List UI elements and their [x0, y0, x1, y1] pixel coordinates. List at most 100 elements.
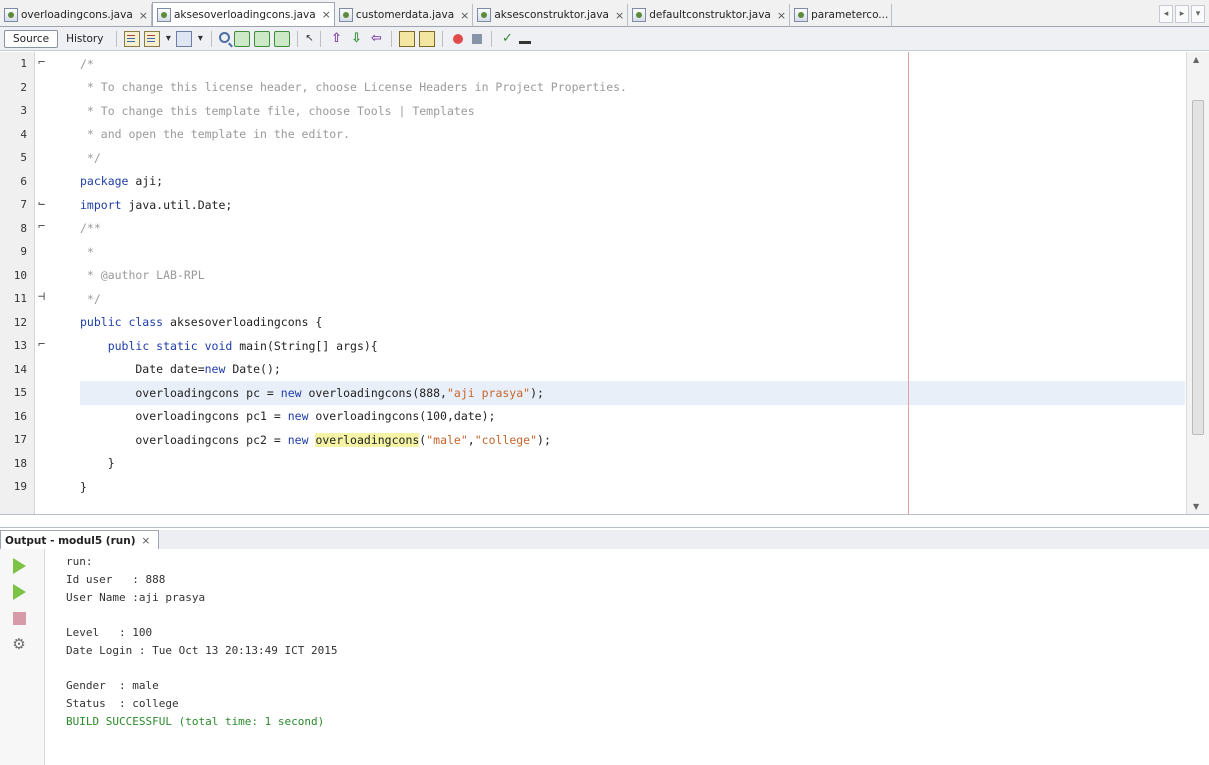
- scrollbar-thumb[interactable]: [1192, 100, 1204, 435]
- stop-macro-icon[interactable]: [472, 33, 483, 44]
- right-margin-line: [908, 52, 909, 514]
- code-line[interactable]: */: [80, 287, 1185, 311]
- file-tab[interactable]: customerdata.java ×: [335, 4, 474, 26]
- diff-icon[interactable]: ✓: [499, 31, 515, 47]
- toggle-bookmark-icon[interactable]: ↖: [305, 31, 313, 47]
- code-line[interactable]: public class aksesoverloadingcons {: [80, 311, 1185, 335]
- code-line[interactable]: Date date= new Date();: [80, 358, 1185, 382]
- code-line[interactable]: overloadingcons pc1 = new overloadingcon…: [80, 405, 1185, 429]
- code-editor[interactable]: 1 2 3 4 5 6 7 8 9 10 11 12 13 14 15 16 17 18 19 ⌐ ⌙ ⌐ ⊣ ⌐ …: [0, 52, 1209, 515]
- code-token: */: [80, 150, 101, 165]
- line-number: 2: [20, 80, 27, 94]
- output-line: Date Login : Tue Oct 13 20:13:49 ICT 201…: [66, 643, 338, 657]
- tab-list-icon[interactable]: ▾: [1191, 5, 1205, 23]
- java-file-icon: [4, 8, 18, 22]
- find-icon[interactable]: [219, 31, 231, 43]
- code-line[interactable]: overloadingcons pc2 = new overloadingcon…: [80, 428, 1185, 452]
- code-line[interactable]: */: [80, 146, 1185, 170]
- code-line[interactable]: * and open the template in the editor.: [80, 123, 1185, 147]
- code-line[interactable]: *: [80, 240, 1185, 264]
- file-tab[interactable]: overloadingcons.java ×: [0, 4, 152, 26]
- code-token: aksesoverloadingcons {: [163, 315, 323, 330]
- code-token: ,: [467, 432, 475, 447]
- record-macro-icon[interactable]: [453, 33, 464, 44]
- code-line[interactable]: package aji;: [80, 170, 1185, 194]
- output-line: BUILD SUCCESSFUL (total time: 1 second): [66, 714, 325, 728]
- fold-collapse-icon[interactable]: ⌐: [38, 55, 45, 69]
- uncomment-icon[interactable]: [419, 30, 436, 47]
- scroll-tabs-right-icon[interactable]: ▸: [1175, 5, 1189, 23]
- code-token: new: [287, 432, 309, 447]
- output-tab[interactable]: Output - modul5 (run) ×: [0, 530, 160, 550]
- prev-bookmark-icon[interactable]: ⇧: [328, 31, 344, 47]
- source-view-button[interactable]: Source: [4, 29, 59, 48]
- scroll-up-icon[interactable]: ▲: [1193, 55, 1199, 64]
- code-token: Date date=: [80, 362, 205, 377]
- code-token: main(String[] args){: [232, 338, 378, 353]
- output-line: run:: [66, 555, 93, 569]
- line-number: 1: [20, 57, 27, 71]
- code-token: new: [280, 385, 302, 400]
- fold-collapse-icon[interactable]: ⌐: [38, 337, 45, 351]
- output-line: Level : 100: [66, 626, 153, 640]
- code-line[interactable]: import java.util.Date;: [80, 193, 1185, 217]
- code-line[interactable]: * @author LAB-RPL: [80, 264, 1185, 288]
- code-area[interactable]: /* * To change this license header, choo…: [80, 52, 1185, 514]
- macro-icon[interactable]: [519, 34, 532, 44]
- code-token: "college": [474, 432, 538, 447]
- file-tab[interactable]: defaultconstruktor.java ×: [628, 4, 791, 26]
- code-line[interactable]: * To change this license header, choose …: [80, 76, 1185, 100]
- line-number: 6: [20, 174, 27, 188]
- rerun-icon[interactable]: [10, 557, 28, 575]
- code-line[interactable]: /*: [80, 52, 1185, 76]
- toggle-highlight-icon[interactable]: [274, 30, 291, 47]
- code-token: (: [419, 432, 427, 447]
- close-icon[interactable]: ×: [142, 535, 151, 547]
- settings-icon[interactable]: ⚙: [10, 635, 28, 653]
- close-icon[interactable]: ×: [777, 9, 786, 22]
- output-tab-label: Output - modul5 (run): [5, 534, 136, 547]
- editor-tab-bar: overloadingcons.java × aksesoverloadingcon…: [0, 0, 1209, 27]
- forward-dropdown-icon[interactable]: ▾: [196, 31, 204, 47]
- file-tab[interactable]: aksesconstruktor.java ×: [473, 4, 629, 26]
- shift-left-icon[interactable]: ⇦: [368, 31, 384, 47]
- history-view-button[interactable]: History: [58, 30, 111, 48]
- java-file-icon: [477, 8, 492, 22]
- stop-icon[interactable]: [10, 609, 28, 627]
- code-line[interactable]: overloadingcons pc = new overloadingcons…: [80, 381, 1185, 405]
- close-icon[interactable]: ×: [460, 9, 469, 22]
- file-tab[interactable]: aksesoverloadingcons.java ×: [151, 2, 335, 26]
- code-token: new: [287, 409, 309, 424]
- close-icon[interactable]: ×: [139, 9, 148, 22]
- close-icon[interactable]: ×: [322, 8, 331, 21]
- file-tab-label: aksesoverloadingcons.java: [173, 8, 316, 21]
- code-token: );: [537, 432, 551, 447]
- fold-collapse-icon[interactable]: ⌐: [38, 219, 45, 233]
- code-line[interactable]: /**: [80, 217, 1185, 241]
- line-number: 9: [20, 245, 27, 259]
- find-next-icon[interactable]: [254, 30, 271, 47]
- code-token: aji;: [128, 174, 164, 189]
- line-number: 14: [13, 362, 27, 376]
- back-dropdown-icon[interactable]: ▾: [164, 31, 172, 47]
- next-bookmark-icon[interactable]: ⇩: [348, 31, 364, 47]
- close-icon[interactable]: ×: [615, 9, 624, 22]
- back-icon[interactable]: [144, 30, 161, 47]
- forward-icon[interactable]: [176, 30, 193, 47]
- prev-edit-icon[interactable]: [124, 30, 141, 47]
- rerun-params-icon[interactable]: [10, 583, 28, 601]
- file-tab-label: defaultconstruktor.java: [649, 9, 771, 21]
- code-line[interactable]: }: [80, 452, 1185, 476]
- code-line[interactable]: public static void main(String[] args){: [80, 334, 1185, 358]
- comment-icon[interactable]: [399, 30, 416, 47]
- scroll-tabs-left-icon[interactable]: ◂: [1159, 5, 1173, 23]
- editor-scrollbar[interactable]: ▲ ▼: [1186, 52, 1209, 514]
- toolbar-separator: [297, 30, 299, 47]
- file-tab[interactable]: parameterco...: [790, 4, 893, 26]
- code-line[interactable]: }: [80, 475, 1185, 499]
- output-panel: ⚙ run: Id user : 888 User Name :aji prasya…: [0, 549, 1209, 765]
- scroll-down-icon[interactable]: ▼: [1193, 502, 1199, 511]
- code-line[interactable]: * To change this template file, choose T…: [80, 99, 1185, 123]
- find-prev-icon[interactable]: [234, 30, 251, 47]
